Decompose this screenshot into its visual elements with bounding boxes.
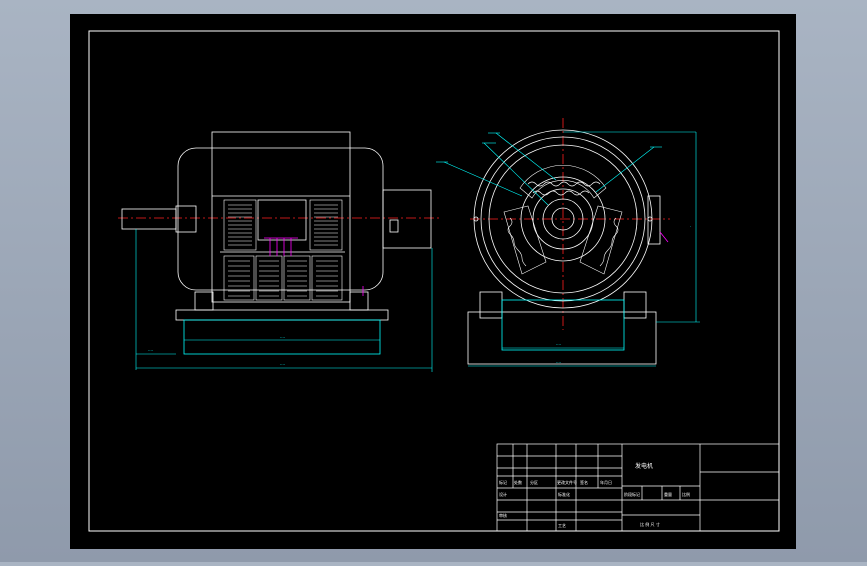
- row-label-4: 签名: [580, 479, 588, 485]
- svg-text:····: ····: [556, 342, 561, 347]
- svg-text:····: ····: [556, 360, 561, 365]
- stage-label-2: 比例: [682, 491, 690, 497]
- title-footer-cell: 比 例 尺 寸: [640, 521, 660, 527]
- svg-text:····: ····: [280, 335, 285, 340]
- row2-label-0: 设计: [499, 491, 507, 497]
- drawing-sheet: [70, 14, 796, 549]
- row2-label-2: 标准化: [558, 491, 570, 497]
- row-label-1: 处数: [514, 479, 522, 485]
- svg-text:·: ·: [690, 224, 691, 229]
- drawing-canvas: ···· ···· ···· ···· ···· · 发电机 比 例 尺 寸 标…: [70, 14, 796, 549]
- row3-label-0: 审核: [499, 512, 507, 518]
- row-label-2: 分区: [530, 479, 538, 485]
- row-label-0: 标记: [499, 479, 507, 485]
- stage-label-0: 阶段标记: [624, 491, 640, 497]
- svg-text:····: ····: [148, 348, 153, 353]
- row-label-3: 更改文件号: [557, 479, 577, 485]
- svg-text:····: ····: [280, 362, 285, 367]
- stage-label-1: 重量: [664, 491, 672, 497]
- row3-label-2: 工艺: [558, 523, 566, 528]
- title-name-cell: 发电机: [635, 462, 653, 470]
- cad-viewport[interactable]: ···· ···· ···· ···· ···· · 发电机 比 例 尺 寸 标…: [0, 0, 867, 562]
- row-label-5: 年月日: [600, 479, 612, 485]
